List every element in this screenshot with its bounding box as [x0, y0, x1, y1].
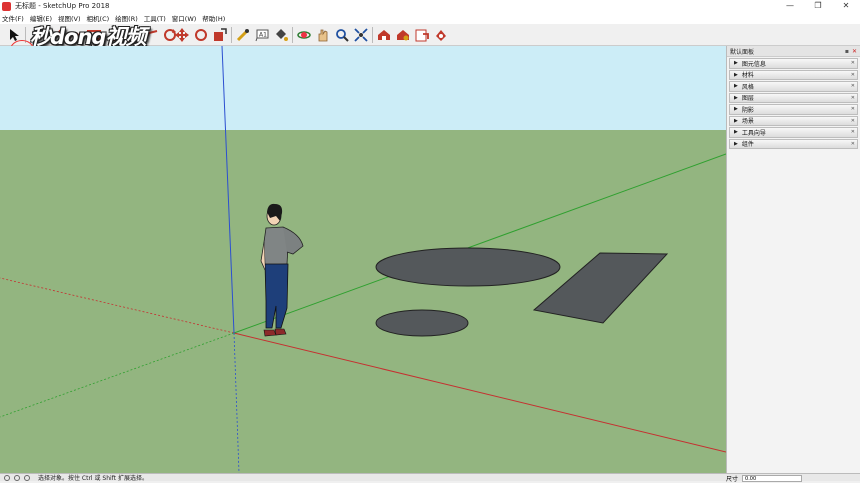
expand-arrow-icon: ▶	[734, 106, 738, 113]
panel-scenes[interactable]: ▶ 场景 ✕	[729, 115, 858, 126]
panel-close-icon[interactable]: ✕	[851, 83, 855, 89]
panel-close-icon[interactable]: ✕	[851, 118, 855, 124]
expand-arrow-icon: ▶	[734, 117, 738, 124]
expand-arrow-icon: ▶	[734, 83, 738, 90]
panel-materials[interactable]: ▶ 材料 ✕	[729, 69, 858, 80]
status-icons	[4, 474, 30, 481]
extension-warehouse-icon[interactable]	[395, 27, 411, 43]
expand-arrow-icon: ▶	[734, 140, 738, 147]
paint-bucket-tool-icon[interactable]	[273, 27, 289, 43]
small-ellipse-face[interactable]	[375, 309, 469, 337]
credits-icon[interactable]	[14, 474, 20, 481]
window-controls: — ❐ ✕	[776, 0, 860, 12]
panel-entity-info[interactable]: ▶ 图元信息 ✕	[729, 58, 858, 69]
tape-measure-tool-icon[interactable]	[235, 27, 251, 43]
panel-layers[interactable]: ▶ 图层 ✕	[729, 92, 858, 103]
panel-close-icon[interactable]: ✕	[851, 129, 855, 135]
toolbar-separator	[292, 27, 293, 43]
toolbar-separator	[372, 27, 373, 43]
panel-instructor[interactable]: ▶ 工具向导 ✕	[729, 127, 858, 138]
expand-arrow-icon: ▶	[734, 94, 738, 101]
sketchup-app-icon	[2, 1, 11, 11]
rotate-arrows-icon[interactable]	[193, 27, 209, 43]
help-icon[interactable]	[24, 474, 30, 481]
panel-close-icon[interactable]: ✕	[851, 72, 855, 78]
tray-header: 默认面板 ▪ ✕	[727, 46, 860, 57]
move-tool-icon[interactable]	[174, 27, 190, 43]
panel-close-icon[interactable]: ✕	[851, 141, 855, 147]
menu-file[interactable]: 文件(F)	[2, 13, 24, 23]
minimize-button[interactable]: —	[776, 0, 804, 12]
panel-close-icon[interactable]: ✕	[851, 95, 855, 101]
expand-arrow-icon: ▶	[734, 60, 738, 67]
send-to-layout-icon[interactable]	[414, 27, 430, 43]
panel-close-icon[interactable]: ✕	[851, 60, 855, 66]
window-title: 无标题 - SketchUp Pro 2018	[15, 2, 110, 10]
expand-arrow-icon: ▶	[734, 129, 738, 136]
geo-location-icon[interactable]	[4, 474, 10, 481]
panel-styles[interactable]: ▶ 风格 ✕	[729, 81, 858, 92]
menu-tools[interactable]: 工具(T)	[144, 13, 166, 23]
title-bar: 无标题 - SketchUp Pro 2018 — ❐ ✕	[0, 0, 860, 12]
menu-window[interactable]: 窗口(W)	[172, 13, 197, 23]
toolbar-separator	[231, 27, 232, 43]
status-bar: 选择对象。按住 Ctrl 或 Shift 扩展选择。 尺寸 0.00	[0, 473, 860, 483]
scale-tool-icon[interactable]	[212, 27, 228, 43]
measurement-label: 尺寸	[726, 475, 739, 483]
sky	[0, 46, 726, 130]
orbit-tool-icon[interactable]	[296, 27, 312, 43]
pan-tool-icon[interactable]	[315, 27, 331, 43]
model-viewport[interactable]	[0, 46, 726, 473]
panel-close-icon[interactable]: ✕	[851, 106, 855, 112]
close-button[interactable]: ✕	[832, 0, 860, 12]
text-tool-icon[interactable]: A1	[254, 27, 270, 43]
large-ellipse-face[interactable]	[375, 247, 561, 287]
zoom-tool-icon[interactable]	[334, 27, 350, 43]
panel-components[interactable]: ▶ 组件 ✕	[729, 138, 858, 149]
panel-shadows[interactable]: ▶ 阴影 ✕	[729, 104, 858, 115]
svg-text:A1: A1	[259, 32, 267, 39]
default-tray: 默认面板 ▪ ✕ ▶ 图元信息 ✕ ▶ 材料 ✕ ▶ 风格 ✕ ▶ 图层 ✕ ▶ 阴影 ✕ ▶ 场景 ✕…	[726, 46, 860, 473]
maximize-button[interactable]: ❐	[804, 0, 832, 12]
extension-manager-icon[interactable]	[433, 27, 449, 43]
tray-title: 默认面板	[730, 48, 755, 56]
menu-help[interactable]: 帮助(H)	[202, 13, 225, 23]
zoom-extents-tool-icon[interactable]	[353, 27, 369, 43]
tray-close-icon[interactable]: ✕	[852, 48, 857, 55]
measurement-input[interactable]: 0.00	[742, 474, 803, 482]
pin-icon[interactable]: ▪	[845, 48, 849, 55]
warehouse-icon[interactable]	[376, 27, 392, 43]
expand-arrow-icon: ▶	[734, 71, 738, 78]
